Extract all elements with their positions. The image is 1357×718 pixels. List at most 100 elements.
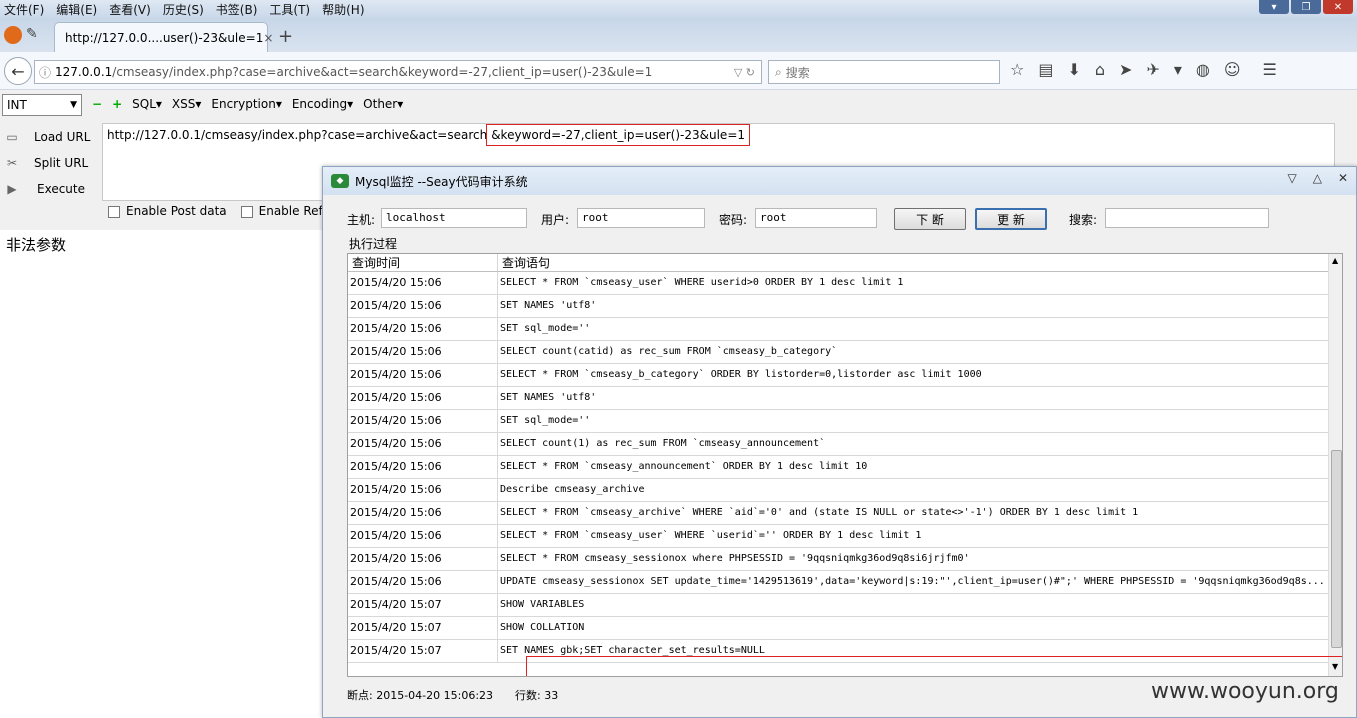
user-field[interactable]: root <box>577 208 705 228</box>
hackbar-actions: ▭ Load URL ✂ Split URL ▶ Execute <box>0 124 100 202</box>
firefox-icon[interactable] <box>4 26 22 44</box>
app-logo-icon: ◆ <box>331 174 349 188</box>
table-row[interactable]: 2015/4/20 15:07 SHOW VARIABLES <box>348 594 1328 617</box>
host-field[interactable]: localhost <box>381 208 527 228</box>
menu-encryption[interactable]: Encryption▾ <box>211 97 281 111</box>
site-info-icon[interactable]: ⓘ <box>39 64 51 81</box>
table-row[interactable]: 2015/4/20 15:06 SELECT * FROM `cmseasy_an… <box>348 456 1328 479</box>
table-row[interactable]: 2015/4/20 15:06 SET sql_mode='' <box>348 410 1328 433</box>
menu-tools[interactable]: 工具(T) <box>269 1 310 18</box>
table-row[interactable]: 2015/4/20 15:06 Describe cmseasy_archive <box>348 479 1328 502</box>
new-tab-button[interactable]: + <box>278 26 293 47</box>
password-field[interactable]: root <box>755 208 877 228</box>
menu-file[interactable]: 文件(F) <box>4 1 44 18</box>
url-path: /cmseasy/index.php?case=archive&act=sear… <box>112 65 653 79</box>
table-row[interactable]: 2015/4/20 15:06 SET NAMES 'utf8' <box>348 295 1328 318</box>
table-row[interactable]: 2015/4/20 15:06 SELECT * FROM `cmseasy_us… <box>348 525 1328 548</box>
query-text-cell: SELECT count(catid) as rec_sum FROM `cms… <box>500 346 838 357</box>
bookmark-star-icon[interactable]: ☆ <box>1010 60 1024 79</box>
table-row[interactable]: 2015/4/20 15:06 SELECT count(catid) as re… <box>348 341 1328 364</box>
download-icon[interactable]: ⬇ <box>1067 60 1080 79</box>
menu-encoding[interactable]: Encoding▾ <box>292 97 353 111</box>
col-time-header[interactable]: 查询时间 <box>348 254 498 271</box>
chat-icon[interactable]: ☺ <box>1224 60 1241 79</box>
query-text-cell: SELECT * FROM `cmseasy_archive` WHERE `a… <box>500 507 1139 518</box>
scrollbar-thumb[interactable] <box>1331 450 1342 648</box>
menu-bookmarks[interactable]: 书签(B) <box>216 1 258 18</box>
table-row[interactable]: 2015/4/20 15:06 SELECT * FROM `cmseasy_b_… <box>348 364 1328 387</box>
dropdown-icon[interactable]: ▽ ↻ <box>734 66 755 79</box>
table-row[interactable]: 2015/4/20 15:06 SET NAMES 'utf8' <box>348 387 1328 410</box>
query-text-cell: SHOW COLLATION <box>500 622 585 633</box>
menu-help[interactable]: 帮助(H) <box>322 1 364 18</box>
col-query-header[interactable]: 查询语句 <box>498 254 550 271</box>
table-row[interactable]: 2015/4/20 15:06 SELECT count(1) as rec_su… <box>348 433 1328 456</box>
enable-post-checkbox[interactable]: Enable Post data <box>108 204 227 218</box>
menu-other[interactable]: Other▾ <box>363 97 403 111</box>
chevron-down-icon: ▼ <box>70 100 77 110</box>
browser-tab[interactable]: http://127.0.0....user()-23&ule=1 × <box>54 22 273 52</box>
navigation-bar: ← ⓘ 127.0.0.1/cmseasy/index.php?case=arc… <box>0 52 1357 90</box>
window-controls: ▾ ❐ ✕ <box>1257 0 1353 14</box>
menu-icon[interactable]: ☰ <box>1263 60 1277 79</box>
maximize-icon[interactable]: △ <box>1313 171 1322 185</box>
hackbar-menu: − + SQL▾ XSS▾ Encryption▾ Encoding▾ Othe… <box>92 97 403 111</box>
table-row[interactable]: 2015/4/20 15:06 SELECT * FROM cmseasy_ses… <box>348 548 1328 571</box>
table-row[interactable]: 2015/4/20 15:06 UPDATE cmseasy_sessionox … <box>348 571 1328 594</box>
table-row[interactable]: 2015/4/20 15:06 SELECT * FROM `cmseasy_ar… <box>348 502 1328 525</box>
minimize-icon[interactable]: ▾ <box>1259 0 1289 14</box>
menu-history[interactable]: 历史(S) <box>163 1 204 18</box>
addon-icon[interactable]: ✈ <box>1146 60 1159 79</box>
close-icon[interactable]: ✕ <box>1338 171 1348 185</box>
restore-icon[interactable]: ❐ <box>1291 0 1321 14</box>
menu-sql[interactable]: SQL▾ <box>132 97 162 111</box>
query-text-cell: SHOW VARIABLES <box>500 599 585 610</box>
search-input[interactable]: ⌕ 搜索 <box>768 60 1000 84</box>
load-url-icon: ▭ <box>6 130 18 144</box>
execute-button[interactable]: ▶ Execute <box>0 176 100 202</box>
plus-icon[interactable]: + <box>112 97 122 111</box>
query-text-cell: UPDATE cmseasy_sessionox SET update_time… <box>500 576 1325 587</box>
password-label: 密码: <box>719 213 748 227</box>
menu-edit[interactable]: 编辑(E) <box>56 1 97 18</box>
menu-view[interactable]: 查看(V) <box>109 1 151 18</box>
type-select-value: INT <box>7 98 27 112</box>
query-text-cell: SET sql_mode='' <box>500 323 591 334</box>
send-icon[interactable]: ➤ <box>1119 60 1132 79</box>
table-row[interactable]: 2015/4/20 15:06 SET sql_mode='' <box>348 318 1328 341</box>
home-icon[interactable]: ⌂ <box>1095 60 1105 79</box>
refresh-button[interactable]: 更 新 <box>975 208 1047 230</box>
load-url-button[interactable]: ▭ Load URL <box>0 124 100 150</box>
status-row-count: 行数: 33 <box>515 689 559 702</box>
vertical-scrollbar[interactable]: ▲ ▼ <box>1328 254 1342 676</box>
scroll-up-icon[interactable]: ▲ <box>1332 256 1338 265</box>
page-message: 非法参数 <box>6 236 67 254</box>
query-time-cell: 2015/4/20 15:07 <box>348 617 498 639</box>
back-button[interactable]: ← <box>4 57 32 85</box>
query-text-cell: SELECT * FROM cmseasy_sessionox where PH… <box>500 553 970 564</box>
menu-xss[interactable]: XSS▾ <box>172 97 201 111</box>
status-bar: 断点: 2015-04-20 15:06:23 行数: 33 <box>347 687 558 703</box>
close-icon[interactable]: ✕ <box>1323 0 1353 14</box>
break-button[interactable]: 下 断 <box>894 208 966 230</box>
search-label: 搜索: <box>1069 213 1098 227</box>
collapse-icon[interactable]: ▽ <box>1287 171 1296 185</box>
table-row[interactable]: 2015/4/20 15:06 SELECT * FROM `cmseasy_us… <box>348 272 1328 295</box>
addon-dropdown-icon[interactable]: ▾ <box>1174 60 1182 79</box>
url-bar[interactable]: ⓘ 127.0.0.1/cmseasy/index.php?case=archi… <box>34 60 762 84</box>
type-select[interactable]: INT ▼ <box>2 94 82 116</box>
query-time-cell: 2015/4/20 15:06 <box>348 318 498 340</box>
table-row[interactable]: 2015/4/20 15:07 SHOW COLLATION <box>348 617 1328 640</box>
minus-icon[interactable]: − <box>92 97 102 111</box>
globe-icon[interactable]: ◍ <box>1196 60 1210 79</box>
split-url-button[interactable]: ✂ Split URL <box>0 150 100 176</box>
monitor-search-input[interactable] <box>1105 208 1269 228</box>
reading-list-icon[interactable]: ▤ <box>1038 60 1053 79</box>
search-icon: ⌕ <box>775 64 782 79</box>
mysql-monitor-window: ◆ Mysql监控 --Seay代码审计系统 ▽ △ ✕ 主机: localho… <box>322 166 1357 718</box>
split-url-label: Split URL <box>34 156 89 170</box>
query-text-cell: SELECT * FROM `cmseasy_user` WHERE `user… <box>500 530 922 541</box>
palette-icon[interactable]: ✎ <box>26 26 38 42</box>
query-time-cell: 2015/4/20 15:06 <box>348 410 498 432</box>
tab-close-icon[interactable]: × <box>263 31 273 45</box>
